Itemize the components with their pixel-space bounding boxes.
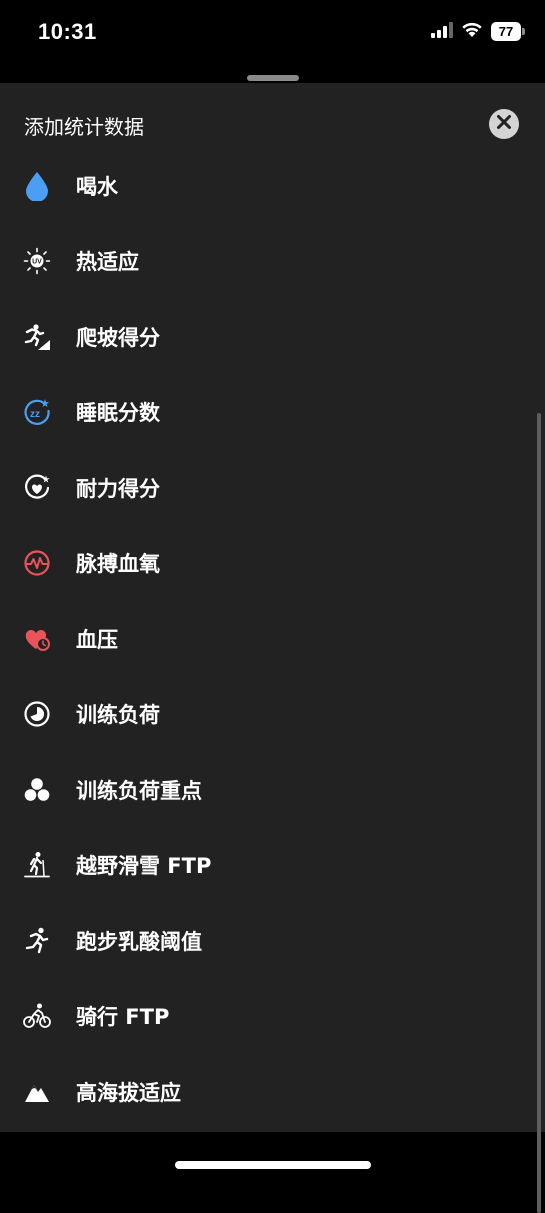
- list-item-label: 睡眠分数: [76, 401, 160, 426]
- list-item-label: 脉搏血氧: [76, 552, 160, 577]
- pulse-ox-icon: [22, 548, 52, 578]
- running-icon: [22, 926, 52, 956]
- list-item-water[interactable]: 喝水: [0, 148, 545, 224]
- wifi-icon: [461, 21, 483, 42]
- add-stats-sheet: 添加统计数据 喝水 UV 热适应 爬坡得分 zz 睡眠分数 耐力得分 脉搏血氧 …: [0, 75, 545, 1213]
- list-item-label: 越野滑雪 FTP: [76, 854, 212, 879]
- list-item-climb-score[interactable]: 爬坡得分: [0, 299, 545, 375]
- close-button[interactable]: [489, 109, 519, 139]
- battery-icon: 77: [491, 22, 525, 41]
- xc-ski-icon: [22, 850, 52, 880]
- list-item-label: 训练负荷重点: [76, 778, 202, 803]
- list-item-heat-acclimation[interactable]: UV 热适应: [0, 224, 545, 300]
- list-item-running-lactate-threshold[interactable]: 跑步乳酸阈值: [0, 903, 545, 979]
- battery-level: 77: [498, 24, 514, 39]
- list-item-training-load[interactable]: 训练负荷: [0, 677, 545, 753]
- climb-runner-icon: [22, 322, 52, 352]
- scrollbar[interactable]: [537, 413, 541, 1213]
- list-item-altitude-acclimation[interactable]: 高海拔适应: [0, 1054, 545, 1130]
- battery-cap: [522, 28, 525, 35]
- cycling-icon: [22, 1001, 52, 1031]
- svg-text:zz: zz: [30, 409, 40, 420]
- mountain-icon: [22, 1077, 52, 1107]
- list-item-blood-pressure[interactable]: 血压: [0, 601, 545, 677]
- list-item-label: 喝水: [76, 174, 118, 199]
- blood-pressure-heart-icon: [22, 624, 52, 654]
- list-item-xc-ski-ftp[interactable]: 越野滑雪 FTP: [0, 828, 545, 904]
- endurance-heart-icon: [22, 473, 52, 503]
- list-item-pulse-ox[interactable]: 脉搏血氧: [0, 526, 545, 602]
- list-item-label: 骑行 FTP: [76, 1005, 170, 1030]
- list-item-label: 跑步乳酸阈值: [76, 929, 202, 954]
- status-icons: 77: [431, 21, 525, 42]
- uv-sun-icon: UV: [22, 246, 52, 276]
- list-item-label: 训练负荷: [76, 703, 160, 728]
- water-drop-icon: [22, 171, 52, 201]
- close-icon: [496, 114, 512, 134]
- sheet-title: 添加统计数据: [24, 115, 144, 139]
- battery-body: 77: [491, 22, 521, 41]
- sleep-score-icon: zz: [22, 397, 52, 427]
- list-item-endurance-score[interactable]: 耐力得分: [0, 450, 545, 526]
- home-indicator[interactable]: [175, 1161, 371, 1169]
- status-time: 10:31: [38, 19, 97, 44]
- list-item-label: 血压: [76, 627, 118, 652]
- cellular-signal-icon: [431, 21, 453, 42]
- list-item-label: 耐力得分: [76, 476, 160, 501]
- list-item-cycling-ftp[interactable]: 骑行 FTP: [0, 979, 545, 1055]
- status-bar: 10:31 77: [0, 0, 545, 68]
- svg-text:UV: UV: [32, 259, 42, 266]
- list-item-label: 热适应: [76, 250, 139, 275]
- list-item-label: 爬坡得分: [76, 325, 160, 350]
- list-item-label: 高海拔适应: [76, 1080, 181, 1105]
- list-item-training-load-focus[interactable]: 训练负荷重点: [0, 752, 545, 828]
- stats-list: 喝水 UV 热适应 爬坡得分 zz 睡眠分数 耐力得分 脉搏血氧 血压 训练负荷…: [0, 148, 545, 1130]
- training-focus-icon: [22, 775, 52, 805]
- list-item-sleep-score[interactable]: zz 睡眠分数: [0, 375, 545, 451]
- training-load-icon: [22, 699, 52, 729]
- sheet-grabber[interactable]: [247, 75, 299, 81]
